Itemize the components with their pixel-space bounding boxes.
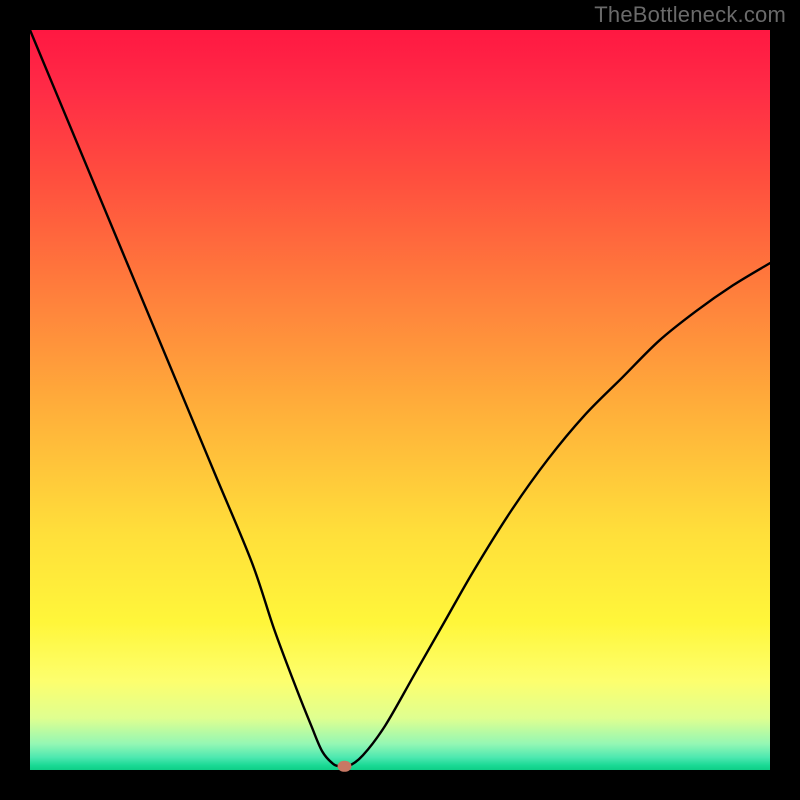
bottleneck-curve — [30, 30, 770, 767]
min-marker — [338, 761, 352, 772]
chart-container: TheBottleneck.com — [0, 0, 800, 800]
plot-area — [30, 30, 770, 770]
curve-layer — [30, 30, 770, 770]
watermark-text: TheBottleneck.com — [594, 2, 786, 28]
